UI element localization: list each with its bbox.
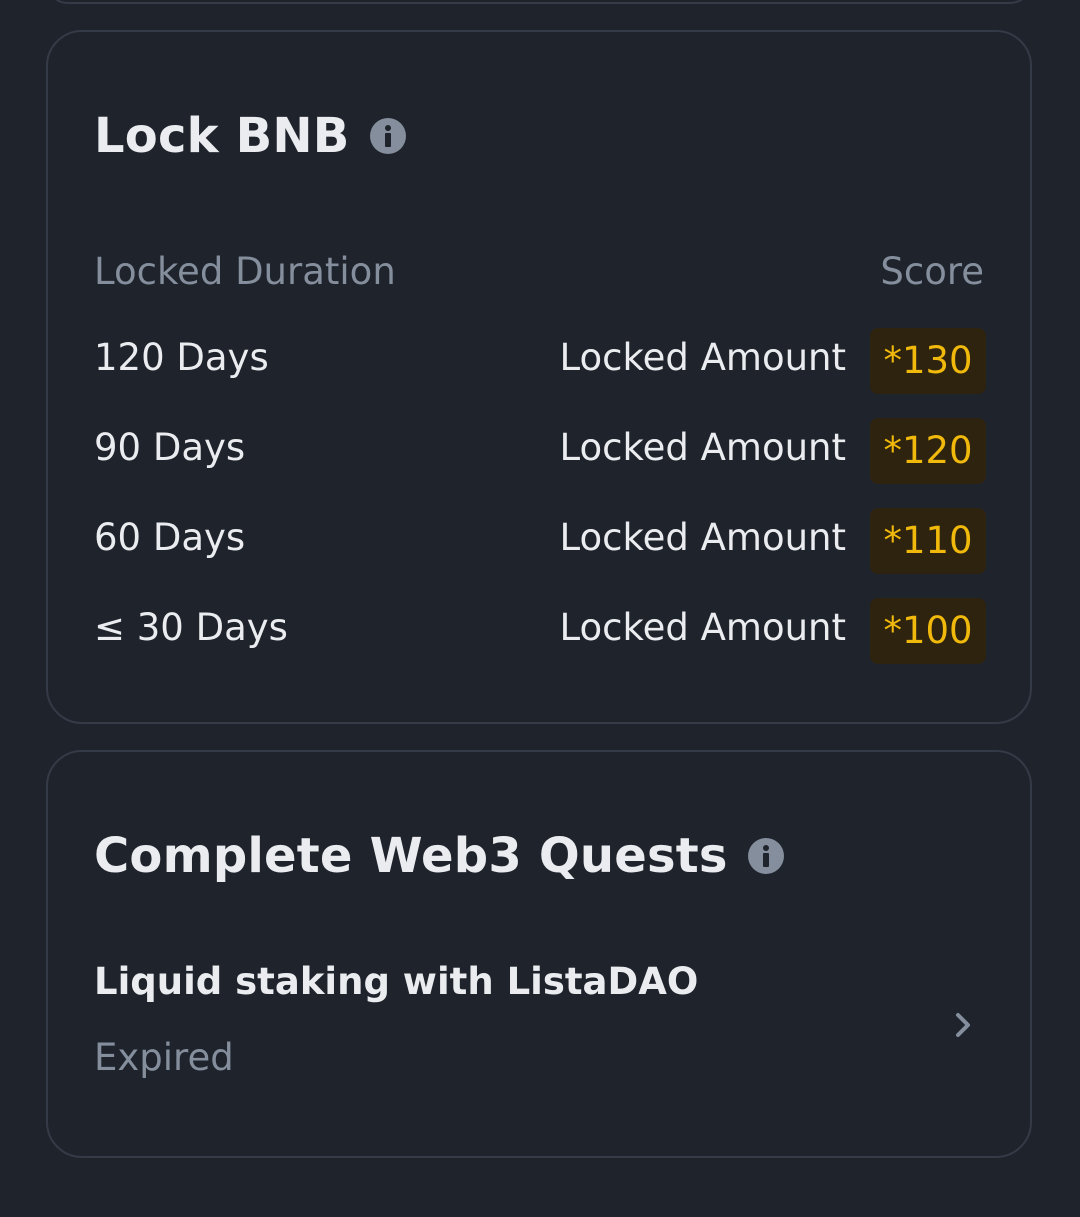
locked-amount-label: Locked Amount [559, 516, 846, 559]
chevron-right-icon[interactable] [952, 1010, 976, 1040]
info-icon[interactable] [369, 118, 406, 154]
web3-quests-card: Complete Web3 Quests Liquid staking with… [46, 750, 1032, 1158]
page: Lock BNB Locked Duration Score 120 Days … [0, 0, 1080, 1217]
score-multiplier-badge: *100 [870, 598, 986, 664]
lock-duration: ≤ 30 Days [94, 606, 288, 649]
lock-duration: 120 Days [94, 336, 269, 379]
column-header-duration: Locked Duration [94, 250, 396, 293]
quest-title: Liquid staking with ListaDAO [94, 960, 699, 1003]
lock-row: 120 Days Locked Amount *130 [94, 328, 986, 394]
locked-amount-label: Locked Amount [559, 606, 846, 649]
lock-row: ≤ 30 Days Locked Amount *100 [94, 598, 986, 664]
column-header-score: Score [880, 250, 984, 293]
score-multiplier-badge: *110 [870, 508, 986, 574]
lock-bnb-title-row: Lock BNB [94, 108, 406, 164]
lock-bnb-title: Lock BNB [94, 108, 350, 164]
lock-duration: 90 Days [94, 426, 246, 469]
score-multiplier-badge: *120 [870, 418, 986, 484]
info-icon[interactable] [747, 838, 784, 874]
lock-bnb-card: Lock BNB Locked Duration Score 120 Days … [46, 30, 1032, 724]
quest-item-listadao[interactable]: Liquid staking with ListaDAO Expired [94, 946, 986, 1096]
lock-duration: 60 Days [94, 516, 246, 559]
locked-amount-label: Locked Amount [559, 426, 846, 469]
score-multiplier-badge: *130 [870, 328, 986, 394]
locked-amount-label: Locked Amount [559, 336, 846, 379]
web3-quests-title: Complete Web3 Quests [94, 828, 728, 884]
lock-row: 60 Days Locked Amount *110 [94, 508, 986, 574]
previous-card [46, 0, 1032, 4]
lock-row: 90 Days Locked Amount *120 [94, 418, 986, 484]
web3-quests-title-row: Complete Web3 Quests [94, 828, 784, 884]
quest-status: Expired [94, 1036, 234, 1079]
